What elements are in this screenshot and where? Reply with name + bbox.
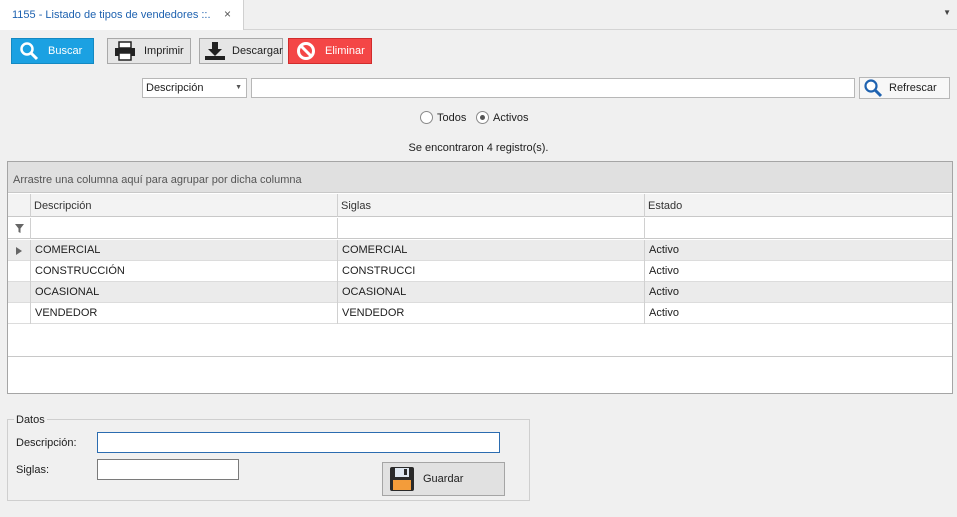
table-row[interactable]: OCASIONAL OCASIONAL Activo <box>8 282 952 303</box>
cell-siglas[interactable]: COMERCIAL <box>337 240 644 261</box>
table-row[interactable]: VENDEDOR VENDEDOR Activo <box>8 303 952 324</box>
datos-legend: Datos <box>14 414 47 426</box>
chevron-down-icon: ▼ <box>235 84 242 91</box>
cell-estado[interactable]: Activo <box>644 303 952 324</box>
imprimir-button[interactable]: Imprimir <box>107 38 191 64</box>
cell-siglas[interactable]: OCASIONAL <box>337 282 644 303</box>
cell-descripcion[interactable]: CONSTRUCCIÓN <box>30 261 337 282</box>
column-header-estado[interactable]: Estado <box>644 194 952 217</box>
table-row[interactable]: CONSTRUCCIÓN CONSTRUCCI Activo <box>8 261 952 282</box>
eliminar-button[interactable]: Eliminar <box>288 38 372 64</box>
buscar-button[interactable]: Buscar <box>11 38 94 64</box>
descargar-button[interactable]: Descargar <box>199 38 283 64</box>
siglas-field[interactable] <box>97 459 239 480</box>
tab-title: 1155 - Listado de tipos de vendedores ::… <box>12 9 211 21</box>
close-icon[interactable]: × <box>224 7 231 21</box>
refrescar-label: Refrescar <box>889 82 937 94</box>
buscar-label: Buscar <box>48 45 83 57</box>
cell-estado[interactable]: Activo <box>644 240 952 261</box>
descripcion-field[interactable] <box>97 432 500 453</box>
cell-siglas[interactable]: CONSTRUCCI <box>337 261 644 282</box>
eliminar-label: Eliminar <box>325 45 365 57</box>
radio-todos-label: Todos <box>437 111 467 124</box>
auto-filter-row <box>8 218 952 239</box>
radio-todos-circle <box>420 111 433 124</box>
siglas-label: Siglas: <box>16 464 50 476</box>
filter-icon <box>8 218 30 239</box>
refrescar-button[interactable]: Refrescar <box>859 77 950 99</box>
cell-descripcion[interactable]: COMERCIAL <box>30 240 337 261</box>
tab-tipos-vendedores[interactable]: 1155 - Listado de tipos de vendedores ::… <box>0 0 244 30</box>
group-panel[interactable]: Arrastre una columna aquí para agrupar p… <box>8 162 952 193</box>
filter-cell-siglas[interactable] <box>337 218 644 239</box>
result-count: Se encontraron 4 registro(s). <box>408 142 549 154</box>
tab-strip: 1155 - Listado de tipos de vendedores ::… <box>0 0 957 30</box>
filter-cell-descripcion[interactable] <box>30 218 337 239</box>
download-icon <box>204 39 226 63</box>
filter-cell-estado[interactable] <box>644 218 952 239</box>
datos-group: Datos Descripción: Siglas: Guardar <box>7 414 530 501</box>
radio-activos-circle <box>476 111 489 124</box>
save-icon <box>389 466 415 492</box>
cell-estado[interactable]: Activo <box>644 282 952 303</box>
column-header-descripcion[interactable]: Descripción <box>30 194 337 217</box>
tab-menu-icon[interactable]: ▼ <box>943 8 951 17</box>
descargar-label: Descargar <box>232 45 283 57</box>
cell-estado[interactable]: Activo <box>644 261 952 282</box>
search-icon <box>16 39 42 63</box>
search-icon <box>863 78 883 98</box>
prohibited-icon <box>293 39 319 63</box>
data-grid: Arrastre una columna aquí para agrupar p… <box>7 161 953 394</box>
row-indicator-icon <box>8 240 30 261</box>
table-row[interactable]: COMERCIAL COMERCIAL Activo <box>8 240 952 261</box>
field-select[interactable]: Descripción ▼ <box>142 78 247 98</box>
guardar-label: Guardar <box>423 473 464 485</box>
grid-footer-divider <box>8 356 952 357</box>
field-select-value: Descripción <box>146 82 204 94</box>
descripcion-label: Descripción: <box>16 437 77 449</box>
grid-header: Descripción Siglas Estado <box>8 194 952 217</box>
guardar-button[interactable]: Guardar <box>382 462 505 496</box>
radio-activos[interactable]: Activos <box>476 111 528 124</box>
cell-descripcion[interactable]: OCASIONAL <box>30 282 337 303</box>
search-input[interactable] <box>251 78 855 98</box>
radio-activos-label: Activos <box>493 111 529 124</box>
imprimir-label: Imprimir <box>144 45 184 57</box>
radio-todos[interactable]: Todos <box>420 111 466 124</box>
cell-descripcion[interactable]: VENDEDOR <box>30 303 337 324</box>
printer-icon <box>112 39 138 63</box>
column-header-siglas[interactable]: Siglas <box>337 194 644 217</box>
cell-siglas[interactable]: VENDEDOR <box>337 303 644 324</box>
group-hint: Arrastre una columna aquí para agrupar p… <box>13 174 302 186</box>
